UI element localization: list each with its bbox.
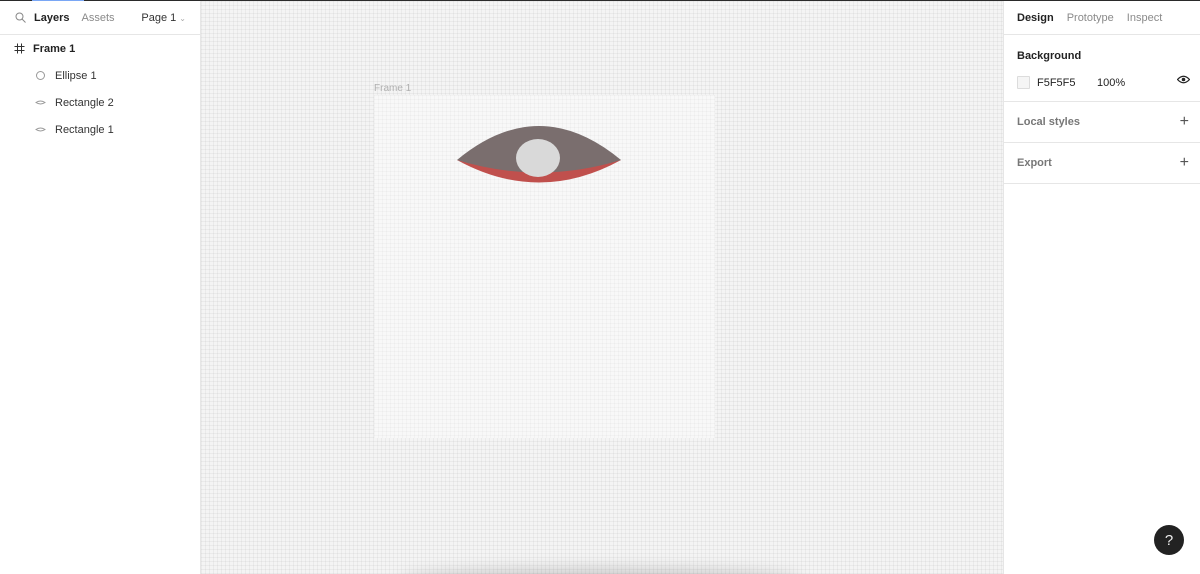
chevron-down-icon: ⌄ bbox=[179, 14, 186, 23]
tab-inspect[interactable]: Inspect bbox=[1127, 12, 1162, 24]
properties-panel: Design Prototype Inspect Background F5F5… bbox=[1003, 1, 1200, 574]
ellipse-1-shape bbox=[516, 139, 560, 177]
tab-design[interactable]: Design bbox=[1017, 12, 1054, 24]
background-opacity-input[interactable]: 100% bbox=[1097, 77, 1125, 89]
left-panel-tabs: Layers Assets Page 1 ⌄ bbox=[0, 1, 200, 35]
export-section: Export + bbox=[1004, 143, 1200, 184]
search-icon[interactable] bbox=[15, 12, 26, 23]
lens-shape-icon bbox=[35, 124, 46, 135]
eye-icon[interactable] bbox=[1176, 75, 1191, 87]
tab-prototype[interactable]: Prototype bbox=[1067, 12, 1114, 24]
background-color-row: F5F5F5 100% bbox=[1017, 76, 1187, 89]
background-section: Background F5F5F5 100% bbox=[1004, 35, 1200, 102]
help-button[interactable]: ? bbox=[1154, 525, 1184, 555]
layers-panel: Layers Assets Page 1 ⌄ Frame 1 Ellipse 1 … bbox=[0, 1, 201, 574]
page-select[interactable]: Page 1 ⌄ bbox=[141, 12, 186, 24]
layer-rectangle-1[interactable]: Rectangle 1 bbox=[0, 116, 200, 143]
background-title: Background bbox=[1017, 50, 1082, 62]
canvas[interactable]: Frame 1 bbox=[201, 1, 1003, 574]
layer-label: Rectangle 1 bbox=[55, 123, 114, 136]
layer-ellipse-1[interactable]: Ellipse 1 bbox=[0, 62, 200, 89]
lens-shape-icon bbox=[35, 97, 46, 108]
hash-icon bbox=[14, 43, 25, 54]
page-select-label: Page 1 bbox=[141, 12, 177, 24]
local-styles-section: Local styles + bbox=[1004, 102, 1200, 143]
layer-rectangle-2[interactable]: Rectangle 2 bbox=[0, 89, 200, 116]
export-title: Export bbox=[1017, 157, 1052, 169]
layer-label: Frame 1 bbox=[33, 42, 76, 55]
background-hex-input[interactable]: F5F5F5 bbox=[1037, 77, 1097, 89]
layer-label: Rectangle 2 bbox=[55, 96, 114, 109]
ellipse-icon bbox=[35, 70, 46, 81]
canvas-shadow bbox=[401, 570, 801, 574]
plus-icon[interactable]: + bbox=[1180, 114, 1189, 130]
layer-frame-1[interactable]: Frame 1 bbox=[0, 35, 200, 62]
layer-label: Ellipse 1 bbox=[55, 69, 97, 82]
right-panel-tabs: Design Prototype Inspect bbox=[1004, 1, 1200, 35]
eye-shape[interactable] bbox=[456, 125, 622, 189]
background-swatch[interactable] bbox=[1017, 76, 1030, 89]
local-styles-title: Local styles bbox=[1017, 116, 1080, 128]
tab-assets[interactable]: Assets bbox=[81, 12, 114, 24]
tab-layers[interactable]: Layers bbox=[34, 12, 69, 24]
frame-label[interactable]: Frame 1 bbox=[374, 83, 411, 94]
frame-1[interactable] bbox=[374, 95, 715, 438]
plus-icon[interactable]: + bbox=[1180, 155, 1189, 171]
